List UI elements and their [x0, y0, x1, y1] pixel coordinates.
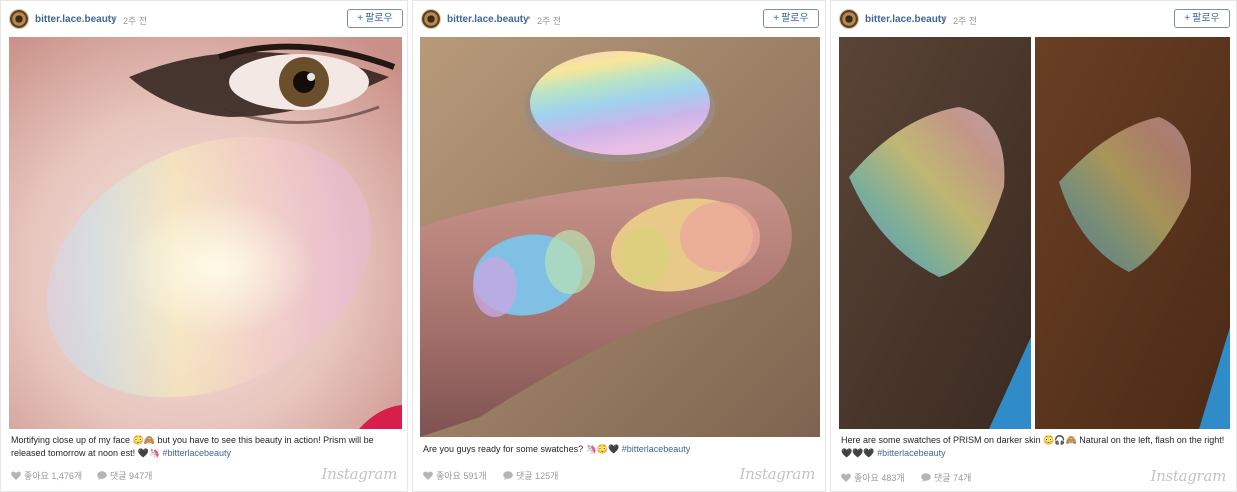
post-caption: Here are some swatches of PRISM on darke… [841, 434, 1226, 460]
darker-skin-swatch-image [839, 37, 1230, 429]
post-header: bitter.lace.beauty • 2주 전 + 팔로우 [1, 7, 407, 33]
post-caption: Are you guys ready for some swatches? 🦄😳… [423, 443, 815, 456]
instagram-logo[interactable]: Instagram [1151, 467, 1227, 485]
comment-count-label: 댓글 125개 [516, 471, 559, 481]
like-count-label: 좋아요 591개 [436, 471, 487, 481]
post-time[interactable]: 2주 전 [953, 14, 977, 27]
like-count[interactable]: 좋아요 591개 [423, 469, 487, 482]
post-photo[interactable] [9, 37, 402, 429]
comment-icon [97, 471, 107, 480]
avatar[interactable] [9, 9, 29, 29]
avatar[interactable] [421, 9, 441, 29]
post-card: bitter.lace.beauty • 2주 전 + 팔로우 [412, 0, 826, 492]
comment-icon [921, 473, 931, 482]
post-time[interactable]: 2주 전 [537, 14, 561, 27]
comment-count[interactable]: 댓글 74개 [921, 471, 971, 484]
instagram-logo[interactable]: Instagram [322, 465, 398, 483]
instagram-logo[interactable]: Instagram [740, 465, 816, 483]
plus-icon: + [773, 13, 780, 24]
heart-icon [11, 471, 21, 480]
like-count-label: 좋아요 483개 [854, 473, 905, 483]
comment-count[interactable]: 댓글 947개 [97, 469, 152, 482]
post-footer: 좋아요 591개 댓글 125개 Instagram [423, 465, 816, 483]
post-card: bitter.lace.beauty • 2주 전 + 팔로우 [0, 0, 408, 492]
comment-icon [503, 471, 513, 480]
avatar[interactable] [839, 9, 859, 29]
hashtag-link[interactable]: #bitterlacebeauty [877, 448, 946, 458]
plus-icon: + [1184, 13, 1191, 24]
post-footer: 좋아요 483개 댓글 74개 Instagram [841, 467, 1227, 485]
like-count-label: 좋아요 1,476개 [24, 471, 83, 481]
post-caption: Mortifying close up of my face 😳🙈 but yo… [11, 434, 397, 460]
post-header: bitter.lace.beauty • 2주 전 + 팔로우 [413, 7, 825, 33]
separator-dot: • [943, 13, 947, 24]
hashtag-link[interactable]: #bitterlacebeauty [162, 448, 231, 458]
separator-dot: • [113, 13, 117, 24]
post-photo[interactable] [420, 37, 820, 437]
face-closeup-image [9, 37, 402, 429]
plus-icon: + [357, 13, 364, 24]
follow-label: 팔로우 [365, 13, 393, 24]
post-header: bitter.lace.beauty • 2주 전 + 팔로우 [831, 7, 1236, 33]
follow-label: 팔로우 [1192, 13, 1220, 24]
post-time[interactable]: 2주 전 [123, 14, 147, 27]
follow-button[interactable]: + 팔로우 [763, 9, 819, 28]
comment-count-label: 댓글 947개 [110, 471, 153, 481]
follow-button[interactable]: + 팔로우 [1174, 9, 1230, 28]
separator-dot: • [527, 13, 531, 24]
heart-icon [841, 473, 851, 482]
username-link[interactable]: bitter.lace.beauty [35, 14, 117, 25]
follow-button[interactable]: + 팔로우 [347, 9, 403, 28]
like-count[interactable]: 좋아요 483개 [841, 471, 905, 484]
comment-count[interactable]: 댓글 125개 [503, 469, 558, 482]
like-count[interactable]: 좋아요 1,476개 [11, 469, 82, 482]
caption-text: Are you guys ready for some swatches? 🦄😳… [423, 444, 622, 454]
post-card: bitter.lace.beauty • 2주 전 + 팔로우 [830, 0, 1237, 492]
post-photo[interactable] [839, 37, 1230, 429]
username-link[interactable]: bitter.lace.beauty [865, 14, 947, 25]
post-footer: 좋아요 1,476개 댓글 947개 Instagram [11, 465, 398, 483]
hashtag-link[interactable]: #bitterlacebeauty [622, 444, 691, 454]
heart-icon [423, 471, 433, 480]
finger-swatch-image [420, 37, 820, 437]
follow-label: 팔로우 [781, 13, 809, 24]
username-link[interactable]: bitter.lace.beauty [447, 14, 529, 25]
comment-count-label: 댓글 74개 [934, 473, 972, 483]
